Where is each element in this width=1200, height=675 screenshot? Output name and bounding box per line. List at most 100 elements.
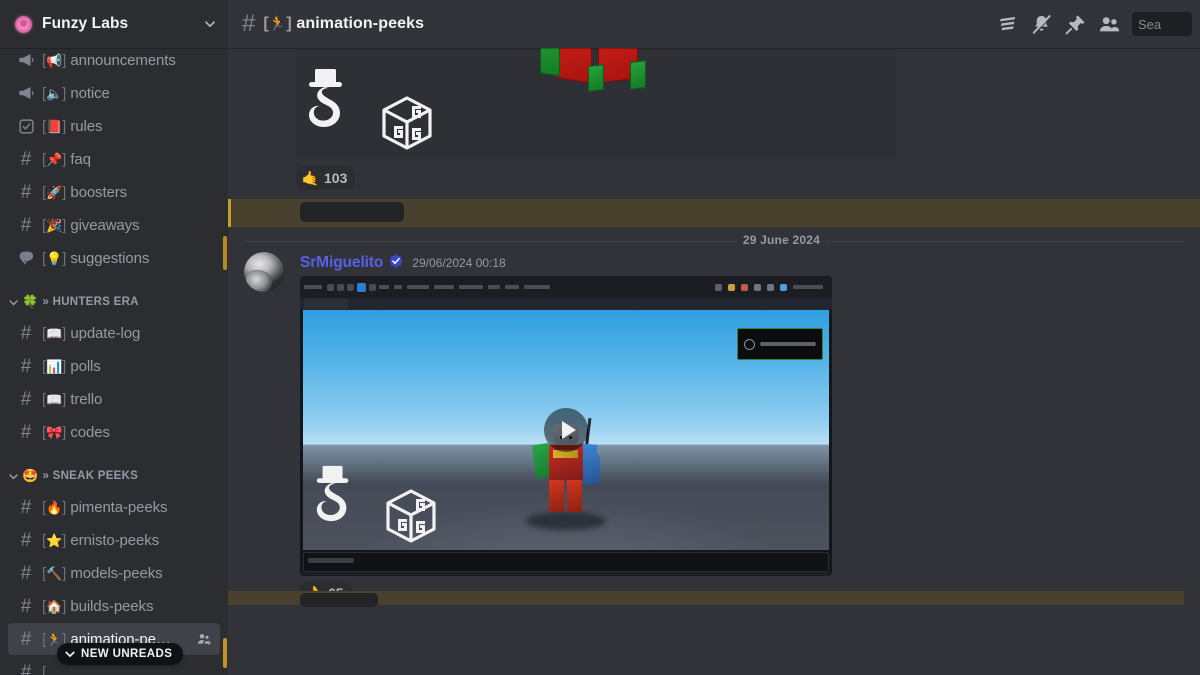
reaction-count: 103	[324, 170, 348, 186]
reaction-badge-top[interactable]: 🤙 103	[296, 166, 356, 190]
search-placeholder: Sea	[1138, 16, 1162, 32]
message-timestamp: 29/06/2024 00:18	[412, 256, 506, 270]
hash-icon: #	[20, 562, 32, 584]
sidebar-channel-label: [📕] rules	[42, 117, 103, 135]
message-content-placeholder	[300, 202, 404, 222]
new-unreads-button[interactable]: NEW UNREADS	[57, 643, 184, 665]
cherry-blossom-icon	[14, 15, 33, 34]
rules-icon	[16, 116, 36, 136]
chevron-down-icon[interactable]	[204, 18, 216, 30]
channel-sidebar: Funzy Labs [📢] announcements [🔈] notice …	[0, 0, 228, 675]
hash-icon: #	[20, 529, 32, 551]
channel-topbar: # [🏃] animation-peeks Sea	[228, 0, 1200, 48]
message-body: SrMiguelito 29/06/2024 00:18	[228, 251, 1184, 607]
play-icon[interactable]	[544, 408, 588, 452]
studio-output-bar	[303, 552, 829, 572]
watermark-group-top	[301, 65, 435, 151]
message-group: SrMiguelito 29/06/2024 00:18	[228, 242, 1200, 607]
hash-icon: #	[20, 661, 32, 675]
sidebar-channel-models-peeks[interactable]: # [🔨] models-peeks	[8, 557, 220, 589]
sidebar-channel-label: [	[42, 663, 47, 675]
sidebar-channel-pimenta-peeks[interactable]: # [🔥] pimenta-peeks	[8, 491, 220, 523]
sidebar-channel-label: [📌] faq	[42, 150, 91, 168]
avatar[interactable]	[244, 252, 284, 292]
studio-notification-toast	[737, 328, 823, 360]
sidebar-channel-label: [📊] polls	[42, 357, 101, 375]
page-title: [🏃] animation-peeks	[263, 15, 425, 32]
new-unreads-label: NEW UNREADS	[81, 648, 173, 660]
sidebar-channel-update-log[interactable]: # [📖] update-log	[8, 317, 220, 349]
bell-muted-icon[interactable]	[1024, 9, 1058, 39]
hash-icon: #	[20, 181, 32, 203]
message-header: SrMiguelito 29/06/2024 00:18	[300, 251, 1152, 271]
mentioned-message-row-bottom[interactable]	[228, 591, 1184, 607]
chevron-down-icon	[8, 471, 20, 482]
search-input[interactable]: Sea	[1132, 12, 1192, 36]
sidebar-channel-builds-peeks[interactable]: # [🏠] builds-peeks	[8, 590, 220, 622]
sidebar-channel-giveaways[interactable]: # [🎉] giveaways	[8, 209, 220, 241]
chevron-down-icon	[64, 648, 76, 660]
star-struck-icon: 🤩	[22, 468, 39, 483]
clover-icon: 🍀	[22, 294, 39, 309]
hash-icon: #	[20, 421, 32, 443]
snake-tophat-logo	[309, 69, 342, 127]
sidebar-channel-label: [🔈] notice	[42, 84, 110, 102]
hash-icon: #	[20, 388, 32, 410]
sidebar-scrollbar-thumb-lower[interactable]	[223, 638, 227, 668]
sidebar-channel-label: [🏠] builds-peeks	[42, 597, 154, 615]
video-attachment[interactable]	[300, 276, 832, 576]
main-panel: # [🏃] animation-peeks Sea 🤙 103 29 June …	[228, 0, 1200, 675]
sidebar-channel-ernisto-peeks[interactable]: # [⭐] ernisto-peeks	[8, 524, 220, 556]
category-label: » HUNTERS ERA	[42, 296, 139, 308]
sidebar-channel-label: [🎉] giveaways	[42, 216, 140, 234]
hash-icon: #	[20, 628, 32, 650]
message-author[interactable]: SrMiguelito	[300, 254, 383, 272]
sidebar-channel-label: [🔨] models-peeks	[42, 564, 163, 582]
sidebar-channel-polls[interactable]: # [📊] polls	[8, 350, 220, 382]
channel-list[interactable]: [📢] announcements [🔈] notice [📕] rules #…	[0, 48, 228, 675]
cube-gg-logo	[386, 489, 436, 543]
sidebar-channel-boosters[interactable]: # [🚀] boosters	[8, 176, 220, 208]
reaction-emoji: 🤙	[301, 169, 320, 186]
message-content-placeholder	[300, 593, 378, 607]
threads-icon[interactable]	[990, 9, 1024, 39]
category-sneak-peeks[interactable]: 🤩 » SNEAK PEEKS	[0, 462, 228, 490]
sidebar-scrollbar-thumb[interactable]	[223, 236, 227, 270]
sidebar-channel-trello[interactable]: # [📖] trello	[8, 383, 220, 415]
sidebar-channel-notice[interactable]: [🔈] notice	[8, 77, 220, 109]
hash-icon: #	[20, 214, 32, 236]
chevron-down-icon	[8, 297, 20, 308]
hash-icon: #	[20, 322, 32, 344]
mentioned-message-row[interactable]	[228, 199, 1200, 227]
sidebar-channel-label: [📢] announcements	[42, 51, 176, 69]
sidebar-channel-label: [📖] trello	[42, 390, 103, 408]
sidebar-channel-label: [⭐] ernisto-peeks	[42, 531, 160, 549]
add-member-icon[interactable]	[196, 631, 212, 647]
pin-icon[interactable]	[1058, 9, 1092, 39]
sidebar-channel-announcements[interactable]: [📢] announcements	[8, 48, 220, 76]
guild-name: Funzy Labs	[42, 15, 129, 32]
announcement-icon	[16, 50, 36, 70]
verified-bot-badge	[388, 253, 404, 269]
discord-app: Funzy Labs [📢] announcements [🔈] notice …	[0, 0, 1200, 675]
sidebar-channel-codes[interactable]: # [🎀] codes	[8, 416, 220, 448]
sidebar-channel-label: [🚀] boosters	[42, 183, 128, 201]
studio-toolbar	[300, 276, 832, 298]
message-list[interactable]: F F	[228, 48, 1200, 675]
members-icon[interactable]	[1092, 9, 1126, 39]
sidebar-channel-faq[interactable]: # [📌] faq	[8, 143, 220, 175]
category-hunters-era[interactable]: 🍀 » HUNTERS ERA	[0, 288, 228, 316]
sidebar-channel-label: [📖] update-log	[42, 324, 141, 342]
studio-tabbar	[300, 298, 832, 310]
message-attachment-top: F F	[228, 48, 1200, 190]
guild-header[interactable]: Funzy Labs	[0, 0, 228, 48]
hash-icon: #	[20, 355, 32, 377]
studio-viewport	[303, 310, 829, 550]
sidebar-channel-rules[interactable]: [📕] rules	[8, 110, 220, 142]
sidebar-channel-label: [🔥] pimenta-peeks	[42, 498, 168, 516]
video-attachment-top[interactable]: F F	[296, 48, 896, 159]
sidebar-channel-label: [🎀] codes	[42, 423, 110, 441]
announcement-icon	[16, 83, 36, 103]
hash-icon: #	[242, 10, 256, 37]
sidebar-channel-suggestions[interactable]: [💡] suggestions	[8, 242, 220, 274]
